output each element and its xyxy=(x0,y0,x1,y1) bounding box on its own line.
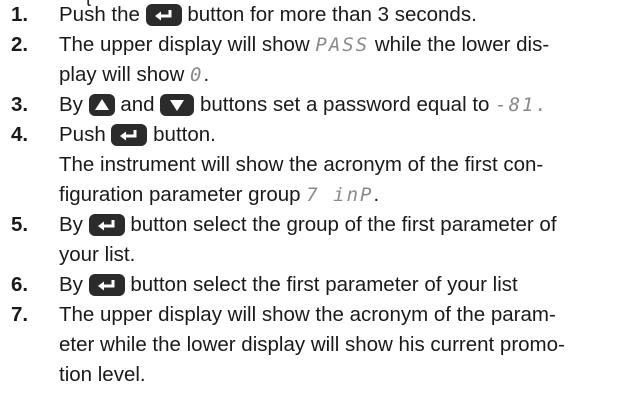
step-line: Push button. xyxy=(59,120,625,150)
step-line: figuration parameter group 7 inP. xyxy=(59,180,625,210)
step-line: play will show 0. xyxy=(59,60,625,90)
display-readout: 0 xyxy=(190,64,204,86)
step-line: By button select the group of the first … xyxy=(59,210,625,240)
step-text-part: By xyxy=(59,93,83,116)
step-text: By button select the group of the first … xyxy=(59,210,625,270)
step-text: By and buttons set a password equal to -… xyxy=(59,90,625,120)
down-arrow-icon xyxy=(160,94,195,116)
step-line: The upper display will show the acronym … xyxy=(59,303,556,326)
enter-icon xyxy=(145,4,182,26)
enter-icon xyxy=(111,124,148,146)
up-arrow-icon xyxy=(88,94,115,116)
step-text-part: button for more than 3 seconds. xyxy=(187,3,477,26)
enter-icon xyxy=(88,274,125,296)
step-line: The instrument will show the acronym of … xyxy=(59,153,544,176)
step-text-part: . xyxy=(373,183,380,206)
step-text-part: button. xyxy=(153,123,216,146)
step-text-part: button select the first parameter of you… xyxy=(130,273,518,296)
step-line: your list. xyxy=(59,243,136,266)
step-text-part: By xyxy=(59,213,83,236)
step-line: tion level. xyxy=(59,363,146,386)
step-number: 6. xyxy=(11,273,29,296)
step-number: 5. xyxy=(11,213,29,236)
step-text-part: . xyxy=(203,63,210,86)
step-number: 4. xyxy=(11,123,29,146)
enter-icon xyxy=(88,214,125,236)
step-text-part: By xyxy=(59,273,83,296)
step-text-part: while the lower dis- xyxy=(374,33,550,56)
step-text-part: play will show xyxy=(59,63,185,86)
display-readout: 7 inP xyxy=(306,184,374,206)
step-text-part: Push xyxy=(59,123,106,146)
step-text-part: Push the xyxy=(59,3,140,26)
step-text: Push button. The instrument will show th… xyxy=(59,120,625,210)
step-number: 1. xyxy=(11,3,29,26)
step-line: The upper display will show PASS while t… xyxy=(59,30,625,60)
step-number: 2. xyxy=(11,33,29,56)
step-text-part: button select the group of the first par… xyxy=(130,213,557,236)
step-text-part: figuration parameter group xyxy=(59,183,301,206)
instruction-page: t 1. Push the button for more than 3 sec… xyxy=(0,0,631,405)
step-text-part: and xyxy=(120,93,155,116)
step-text: The upper display will show the acronym … xyxy=(59,300,625,390)
step-text: The upper display will show PASS while t… xyxy=(59,30,625,90)
step-number: 7. xyxy=(11,303,29,326)
step-text: By button select the first parameter of … xyxy=(59,270,625,300)
step-number: 3. xyxy=(11,93,29,116)
step-text: Push the button for more than 3 seconds. xyxy=(59,0,625,30)
display-readout: -81. xyxy=(495,94,549,116)
step-line: eter while the lower display will show h… xyxy=(59,333,565,356)
step-text-part: The upper display will show xyxy=(59,33,310,56)
step-text-part: buttons set a password equal to xyxy=(199,93,490,116)
display-readout: PASS xyxy=(315,34,370,56)
